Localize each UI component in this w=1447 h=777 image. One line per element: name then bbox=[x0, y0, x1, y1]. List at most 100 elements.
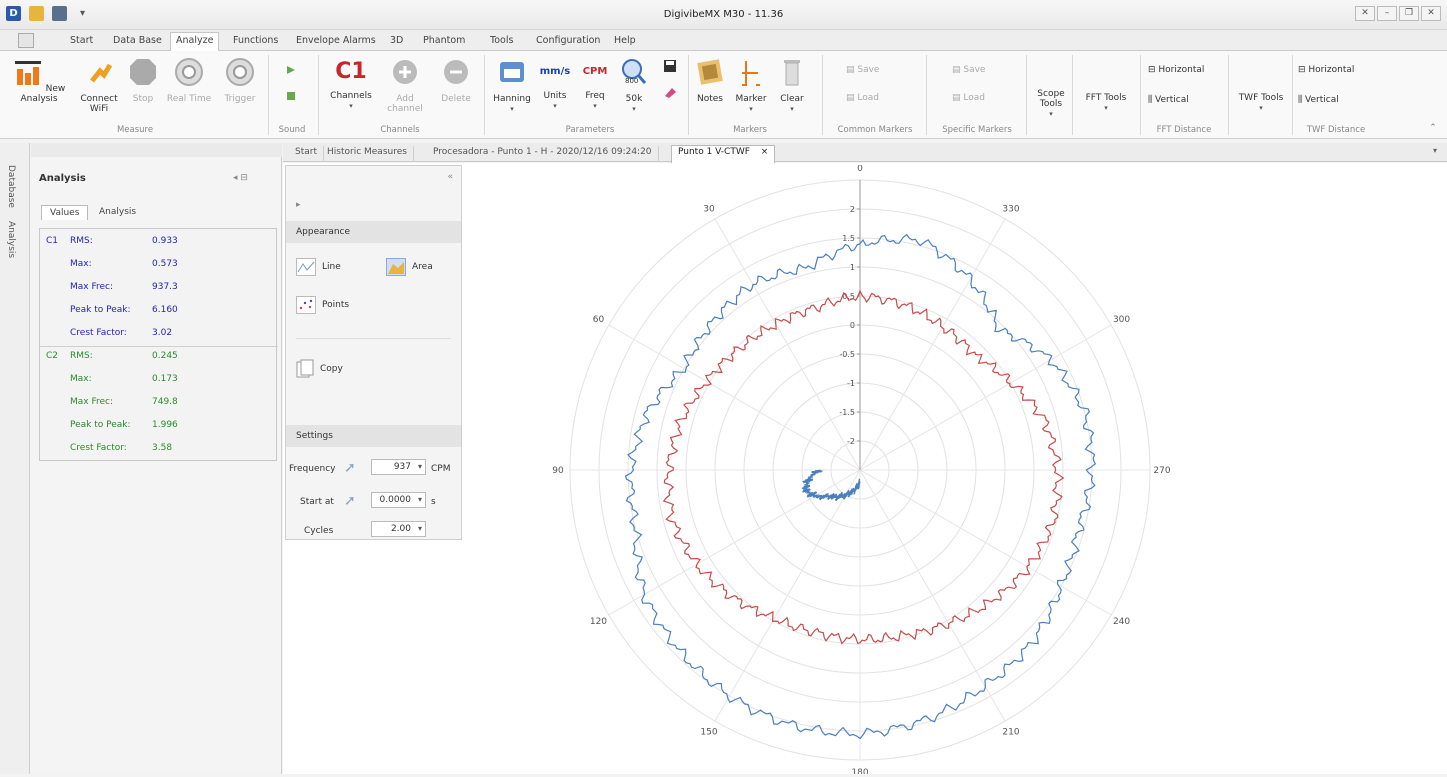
specific-save-button[interactable]: ▤ Save bbox=[952, 65, 1002, 75]
minimize-button[interactable]: – bbox=[1377, 6, 1397, 21]
cursor-arrow-icon[interactable]: ➚ bbox=[344, 460, 356, 476]
stop-button[interactable]: Stop bbox=[128, 57, 158, 104]
angle-label: 270 bbox=[1153, 466, 1170, 476]
freq-button[interactable]: CPM Freq ▾ bbox=[578, 57, 612, 111]
specific-load-button[interactable]: ▤ Load bbox=[952, 93, 1002, 103]
restore-button[interactable]: ❐ bbox=[1399, 6, 1419, 21]
close-button[interactable]: ✕ bbox=[1421, 6, 1441, 21]
stop-sound-button[interactable] bbox=[284, 91, 298, 104]
notes-button[interactable]: Notes bbox=[692, 57, 728, 104]
notes-label: Notes bbox=[697, 94, 723, 104]
doc-tab-punto-1[interactable]: Punto 1 V-CTWF × bbox=[671, 145, 776, 163]
frequency-input[interactable]: 937 bbox=[371, 459, 426, 475]
cursor-arrow-icon[interactable]: ➚ bbox=[344, 493, 356, 509]
real-time-button[interactable]: Real Time bbox=[164, 57, 214, 104]
tabs-dropdown-icon[interactable]: ▾ bbox=[1433, 146, 1437, 155]
points-option[interactable]: Points bbox=[296, 296, 349, 314]
doc-tab-start[interactable]: Start bbox=[289, 146, 324, 162]
chevron-down-icon: ▾ bbox=[1259, 104, 1263, 112]
series-line bbox=[662, 289, 1065, 645]
twf-tools-button[interactable]: TWF Tools ▾ bbox=[1232, 93, 1290, 113]
menu-envelope-alarms[interactable]: Envelope Alarms bbox=[296, 33, 376, 48]
value-label: Max: bbox=[70, 259, 92, 269]
menu-start[interactable]: Start bbox=[70, 33, 93, 48]
side-tab-database[interactable]: Database bbox=[6, 165, 16, 208]
save-parameters-button[interactable] bbox=[660, 59, 680, 76]
menu-configuration[interactable]: Configuration bbox=[536, 33, 600, 48]
radial-tick-label: 0 bbox=[850, 321, 855, 330]
delete-channel-button[interactable]: Delete bbox=[436, 57, 476, 104]
area-option[interactable]: Area bbox=[386, 258, 433, 276]
tab-analysis[interactable]: Analysis bbox=[91, 205, 144, 219]
lines-button[interactable]: 800 50k ▾ bbox=[618, 57, 650, 114]
line-option[interactable]: Line bbox=[296, 258, 341, 276]
side-tab-analysis[interactable]: Analysis bbox=[6, 221, 16, 258]
common-load-button[interactable]: ▤ Load bbox=[846, 93, 896, 103]
divider bbox=[296, 338, 451, 339]
doc-tab-historic-measures[interactable]: Historic Measures bbox=[321, 146, 414, 162]
menu-phantom[interactable]: Phantom bbox=[423, 33, 465, 48]
menu-database[interactable]: Data Base bbox=[113, 33, 162, 48]
value: 0.573 bbox=[152, 259, 178, 269]
angle-label: 150 bbox=[700, 728, 717, 738]
start-at-input[interactable]: 0.0000 bbox=[371, 492, 426, 508]
c1-peak-row: Peak to Peak: 6.160 bbox=[40, 305, 278, 323]
clear-markers-button[interactable]: Clear ▾ bbox=[774, 57, 810, 114]
radial-tick-label: 2 bbox=[850, 205, 855, 214]
collapse-ribbon-button[interactable]: ⌃ bbox=[1426, 123, 1440, 133]
twf-vertical-button[interactable]: ⫼ Vertical bbox=[1298, 95, 1374, 105]
c2-peak-row: Peak to Peak: 1.996 bbox=[40, 420, 278, 438]
delete-label: Delete bbox=[441, 94, 471, 104]
app-menu-button[interactable] bbox=[18, 33, 34, 48]
menu-tools[interactable]: Tools bbox=[490, 33, 513, 48]
radial-tick-label: 1 bbox=[850, 263, 855, 272]
copy-button[interactable]: Copy bbox=[296, 359, 343, 379]
c1-icon: C1 bbox=[335, 59, 367, 84]
menu-functions[interactable]: Functions bbox=[233, 33, 278, 48]
close-tab-icon[interactable]: × bbox=[761, 147, 769, 157]
panel-title: Analysis bbox=[39, 173, 86, 184]
fft-vertical-button[interactable]: ⫼ Vertical bbox=[1148, 95, 1224, 105]
tab-values[interactable]: Values bbox=[41, 205, 89, 220]
trigger-button[interactable]: Trigger bbox=[220, 57, 260, 104]
doc-tab-label: Punto 1 V-CTWF bbox=[678, 147, 750, 157]
twf-horizontal-button[interactable]: ⊟ Horizontal bbox=[1298, 65, 1374, 75]
fft-tools-button[interactable]: FFT Tools ▾ bbox=[1076, 93, 1136, 113]
cycles-input[interactable]: 2.00 bbox=[371, 521, 426, 537]
close-ribbon-button[interactable]: ✕ bbox=[1355, 6, 1375, 21]
save-icon: ▤ bbox=[846, 65, 858, 75]
real-time-label: Real Time bbox=[166, 94, 212, 104]
fft-horizontal-button[interactable]: ⊟ Horizontal bbox=[1148, 65, 1224, 75]
square-icon bbox=[287, 92, 295, 100]
horizontal-distance-icon: ⊟ bbox=[1298, 65, 1309, 75]
pin-icon[interactable]: ◂ ⊟ bbox=[233, 173, 248, 183]
magnifier-icon: 800 bbox=[622, 59, 647, 85]
add-channel-button[interactable]: Add channel bbox=[380, 57, 430, 114]
doc-tab-procesadora[interactable]: Procesadora - Punto 1 - H - 2020/12/16 0… bbox=[427, 146, 659, 162]
freq-value-icon: CPM bbox=[582, 66, 608, 77]
grid-spoke bbox=[714, 218, 861, 471]
connect-wifi-button[interactable]: Connect WiFi bbox=[78, 57, 120, 114]
units-button[interactable]: mm/s Units ▾ bbox=[538, 57, 572, 111]
new-analysis-button[interactable]: New Analysis bbox=[8, 57, 70, 104]
grid-spoke bbox=[859, 218, 1006, 471]
eraser-button[interactable] bbox=[660, 85, 680, 102]
hanning-button[interactable]: Hanning ▾ bbox=[490, 57, 534, 114]
area-label: Area bbox=[412, 262, 433, 272]
scope-tools-button[interactable]: Scope Tools ▾ bbox=[1032, 89, 1070, 119]
expand-arrow-icon[interactable]: ▸ bbox=[296, 200, 301, 210]
marker-button[interactable]: Marker ▾ bbox=[732, 57, 770, 114]
play-sound-button[interactable] bbox=[284, 65, 298, 78]
common-save-button[interactable]: ▤ Save bbox=[846, 65, 896, 75]
chevron-down-icon: ▾ bbox=[1049, 110, 1053, 118]
menu-3d[interactable]: 3D bbox=[390, 33, 403, 48]
channels-button[interactable]: C1 Channels ▾ bbox=[328, 57, 374, 111]
chevron-up-icon: ⌃ bbox=[1429, 123, 1437, 133]
value-label: RMS: bbox=[70, 351, 93, 361]
menu-help[interactable]: Help bbox=[614, 33, 636, 48]
separator bbox=[1228, 55, 1229, 135]
angle-label: 90 bbox=[552, 466, 564, 476]
menu-analyze[interactable]: Analyze bbox=[170, 32, 220, 52]
value: 1.996 bbox=[152, 420, 178, 430]
collapse-panel-icon[interactable]: « bbox=[447, 172, 453, 182]
